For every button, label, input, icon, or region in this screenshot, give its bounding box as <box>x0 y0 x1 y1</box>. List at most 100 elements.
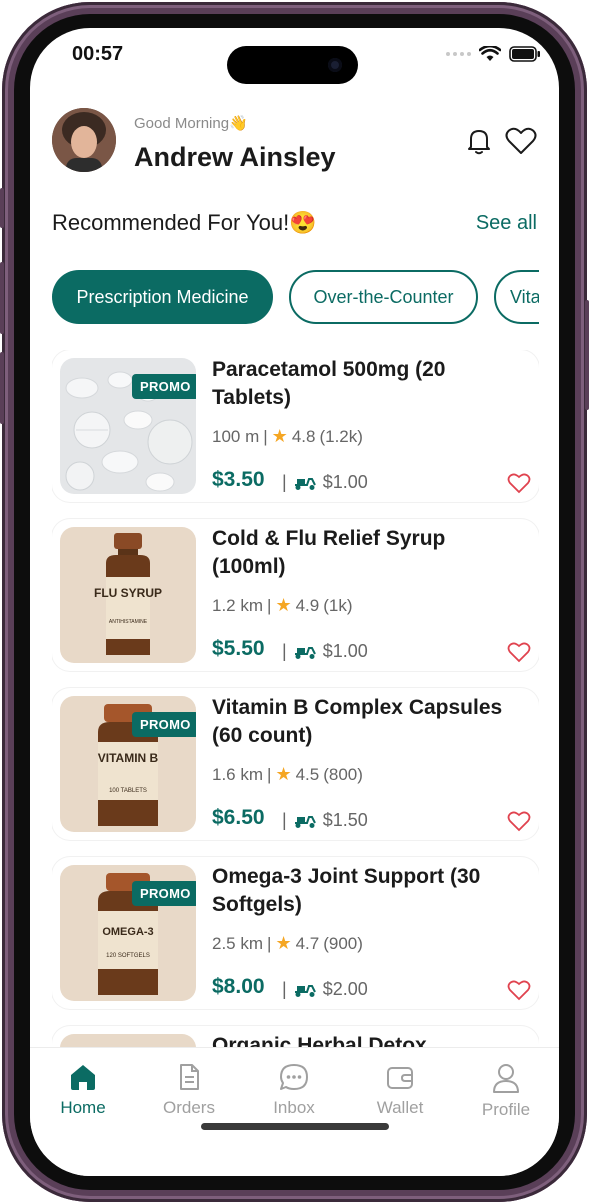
product-distance: 2.5 km <box>212 933 264 953</box>
price-divider: | <box>282 979 287 999</box>
product-reviews: (800) <box>323 764 363 784</box>
nav-label: Home <box>60 1098 106 1117</box>
product-name: Omega-3 Joint Support (30 Softgels) <box>212 865 481 916</box>
product-card[interactable]: FLU SYRUP ANTIHISTAMINE Cold & Flu Relie… <box>52 519 539 671</box>
wifi-icon <box>479 46 501 61</box>
nav-inbox[interactable]: Inbox <box>244 1062 344 1118</box>
scooter-icon <box>294 815 316 828</box>
volume-down-button <box>0 352 4 424</box>
price-divider: | <box>282 472 287 492</box>
nav-profile[interactable]: Profile <box>456 1062 556 1120</box>
nav-label: Orders <box>163 1098 215 1117</box>
profile-icon <box>493 1064 519 1093</box>
wallet-icon <box>387 1067 413 1089</box>
chip-vitamins[interactable]: Vitamins <box>494 270 539 324</box>
meta-divider: | <box>267 595 272 615</box>
star-icon: ★ <box>275 764 292 784</box>
promo-badge: PROMO <box>132 374 196 399</box>
app-screen: 00:57 Good Morning👋 Andrew Ainsley Recom… <box>30 28 559 1176</box>
meta-divider: | <box>263 426 268 446</box>
product-reviews: (1k) <box>323 595 353 615</box>
bottle-label: VITAMIN B <box>98 751 159 765</box>
meta-divider: | <box>267 933 272 953</box>
section-title: Recommended For You!😍 <box>52 210 317 235</box>
product-image-bottle: VITAMIN B 100 TABLETS PROMO <box>60 696 196 832</box>
price-divider: | <box>282 641 287 661</box>
product-distance: 1.2 km <box>212 595 264 615</box>
product-image-tablets: PROMO <box>60 358 196 494</box>
product-name: Vitamin B Complex Capsules (60 count) <box>212 696 503 747</box>
product-meta: 1.2 km | ★ 4.9 (1k) <box>212 595 353 616</box>
product-meta: 100 m | ★ 4.8 (1.2k) <box>212 426 363 447</box>
bottle-label: OMEGA-3 <box>102 926 153 938</box>
signal-icon <box>446 52 471 56</box>
product-card[interactable]: VITAMIN B 100 TABLETS PROMO Vitamin B Co… <box>52 688 539 840</box>
product-rating: 4.8 <box>291 426 316 446</box>
product-name: Organic Herbal Detox <box>212 1034 427 1047</box>
category-chips: Prescription Medicine Over-the-Counter V… <box>52 270 539 324</box>
delivery-fee: | $1.50 <box>282 810 368 831</box>
avatar[interactable] <box>52 108 116 172</box>
favorite-heart-icon[interactable] <box>507 641 531 663</box>
delivery-fee: | $2.00 <box>282 979 368 1000</box>
price-divider: | <box>282 810 287 830</box>
product-distance: 100 m <box>212 426 260 446</box>
product-rating: 4.9 <box>295 595 320 615</box>
delivery-fee: | $1.00 <box>282 472 368 493</box>
inbox-icon <box>280 1064 308 1090</box>
see-all-link[interactable]: See all <box>476 212 537 235</box>
favorite-heart-icon[interactable] <box>507 472 531 494</box>
star-icon: ★ <box>275 595 292 615</box>
product-card[interactable]: OMEGA-3 120 SOFTGELS PROMO Omega-3 Joint… <box>52 857 539 1009</box>
nav-home[interactable]: Home <box>33 1062 133 1118</box>
product-card[interactable]: PROMO Paracetamol 500mg (20 Tablets) 100… <box>52 350 539 502</box>
nav-wallet[interactable]: Wallet <box>350 1062 450 1118</box>
battery-icon <box>509 46 540 62</box>
product-list: PROMO Paracetamol 500mg (20 Tablets) 100… <box>52 350 539 1047</box>
favorite-heart-icon[interactable] <box>507 979 531 1001</box>
product-image <box>60 1034 196 1047</box>
product-price: $6.50 <box>212 806 265 829</box>
favorites-heart-icon[interactable] <box>504 126 538 156</box>
user-name: Andrew Ainsley <box>134 142 336 172</box>
chip-over-the-counter[interactable]: Over-the-Counter <box>289 270 478 324</box>
nav-orders[interactable]: Orders <box>139 1062 239 1118</box>
status-time: 00:57 <box>72 43 124 65</box>
bottle-sublabel: ANTIHISTAMINE <box>109 619 148 625</box>
product-price: $3.50 <box>212 468 265 491</box>
power-button <box>585 300 589 410</box>
bottle-sublabel: 120 SOFTGELS <box>106 953 150 959</box>
product-rating: 4.5 <box>295 764 320 784</box>
promo-badge: PROMO <box>132 712 196 737</box>
product-meta: 2.5 km | ★ 4.7 (900) <box>212 933 363 954</box>
meta-divider: | <box>267 764 272 784</box>
chip-prescription-medicine[interactable]: Prescription Medicine <box>52 270 273 324</box>
bottle-label: FLU SYRUP <box>94 586 162 600</box>
product-name: Paracetamol 500mg (20 Tablets) <box>212 358 446 409</box>
volume-up-button <box>0 262 4 334</box>
avatar-photo <box>52 108 116 172</box>
camera-icon <box>328 58 342 72</box>
status-icons <box>446 46 541 62</box>
nav-label: Wallet <box>376 1098 424 1117</box>
promo-badge: PROMO <box>132 881 196 906</box>
product-price: $8.00 <box>212 975 265 998</box>
delivery-price: $2.00 <box>322 979 368 999</box>
orders-icon <box>180 1064 199 1090</box>
product-reviews: (900) <box>323 933 363 953</box>
dynamic-island <box>227 46 358 84</box>
product-rating: 4.7 <box>295 933 320 953</box>
delivery-price: $1.00 <box>322 641 368 661</box>
delivery-price: $1.50 <box>322 810 368 830</box>
product-distance: 1.6 km <box>212 764 264 784</box>
home-icon <box>71 1065 95 1090</box>
product-card[interactable]: Organic Herbal Detox <box>52 1026 539 1047</box>
bottom-nav: Home Orders Inbox Wallet Profile <box>30 1047 559 1176</box>
favorite-heart-icon[interactable] <box>507 810 531 832</box>
scooter-icon <box>294 477 316 490</box>
notification-bell-icon[interactable] <box>464 126 494 156</box>
star-icon: ★ <box>271 426 288 446</box>
product-price: $5.50 <box>212 637 265 660</box>
product-meta: 1.6 km | ★ 4.5 (800) <box>212 764 363 785</box>
product-name: Cold & Flu Relief Syrup (100ml) <box>212 527 446 578</box>
